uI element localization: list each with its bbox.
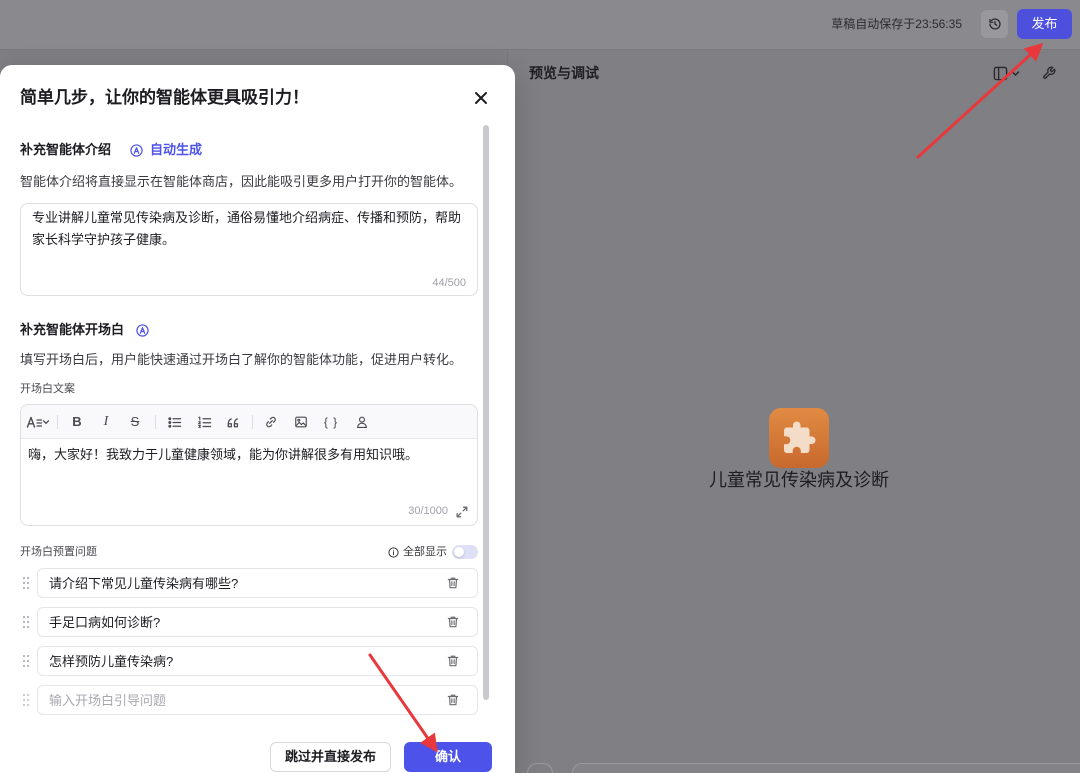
question-placeholder: 输入开场白引导问题 (49, 693, 167, 708)
auto-generate-icon[interactable] (136, 323, 149, 337)
question-text: 怎样预防儿童传染病? (49, 654, 174, 669)
drag-handle-icon[interactable] (22, 654, 30, 668)
bold-icon[interactable]: B (67, 412, 87, 432)
annotation-arrow (916, 42, 1044, 159)
question-input[interactable]: 怎样预防儿童传染病? (37, 646, 478, 676)
chat-clear-button[interactable] (527, 763, 553, 773)
chat-input[interactable] (572, 763, 1080, 773)
question-input[interactable]: 请介绍下常见儿童传染病有哪些? (37, 568, 478, 598)
question-row: 请介绍下常见儿童传染病有哪些? (0, 568, 515, 598)
toggle-knob (454, 547, 464, 557)
image-icon[interactable] (291, 412, 311, 432)
scrollbar[interactable] (483, 125, 489, 700)
auto-generate-icon (130, 143, 143, 157)
mention-icon[interactable] (352, 412, 372, 432)
wrench-icon[interactable] (1042, 66, 1056, 80)
italic-icon[interactable]: I (96, 412, 116, 432)
layout-icon (993, 66, 1008, 81)
question-text: 手足口病如何诊断? (49, 615, 161, 630)
question-input[interactable]: 手足口病如何诊断? (37, 607, 478, 637)
opening-section-header: 补充智能体开场白 (20, 321, 149, 339)
opening-copy-label: 开场白文案 (20, 383, 75, 395)
trash-icon[interactable] (446, 576, 460, 590)
agent-name: 儿童常见传染病及诊断 (709, 470, 889, 490)
preview-title: 预览与调试 (529, 65, 599, 81)
strikethrough-icon[interactable]: S (125, 412, 145, 432)
intro-char-counter: 44/500 (432, 277, 466, 289)
quote-icon[interactable] (223, 412, 243, 432)
question-row: 手足口病如何诊断? (0, 607, 515, 637)
intro-description: 智能体介绍将直接显示在智能体商店，因此能吸引更多用户打开你的智能体。 (20, 174, 463, 189)
drag-handle-icon[interactable] (22, 615, 30, 629)
opening-editor[interactable]: B I S { } 嗨，大家好！我致力于儿童健康领域，能为你讲解很多有用知识哦。… (20, 404, 478, 526)
puzzle-icon (769, 408, 829, 468)
intro-heading: 补充智能体介绍 (20, 142, 112, 157)
bullet-list-icon[interactable] (164, 412, 184, 432)
trash-icon[interactable] (446, 615, 460, 629)
auto-generate-button[interactable]: 自动生成 (130, 141, 202, 159)
publish-guide-modal: 简单几步，让你的智能体更具吸引力！ 补充智能体介绍 自动生成 智能体介绍将直接显… (0, 65, 515, 773)
info-icon[interactable] (388, 546, 399, 558)
questions-label: 开场白预置问题 (20, 546, 97, 558)
opening-heading: 补充智能体开场白 (20, 322, 125, 337)
toolbar-divider (57, 415, 58, 429)
question-row-new: 输入开场白引导问题 (0, 685, 515, 715)
close-icon[interactable] (474, 91, 488, 105)
intro-text: 专业讲解儿童常见传染病及诊断，通俗易懂地介绍病症、传播和预防，帮助家长科学守护孩… (32, 210, 462, 247)
chevron-down-icon[interactable] (42, 412, 50, 432)
numbered-list-icon[interactable] (194, 412, 214, 432)
top-bar: 草稿自动保存于23:56:35 发布 (0, 0, 1080, 50)
chevron-down-icon (1011, 69, 1020, 78)
trash-icon[interactable] (446, 654, 460, 668)
show-all-toggle[interactable] (452, 545, 478, 559)
show-all-option: 全部显示 (388, 545, 447, 559)
drag-handle-icon[interactable] (22, 576, 30, 590)
question-row: 怎样预防儿童传染病? (0, 646, 515, 676)
layout-toggle-button[interactable] (993, 65, 1026, 81)
modal-title: 简单几步，让你的智能体更具吸引力！ (20, 88, 309, 107)
intro-textarea[interactable]: 专业讲解儿童常见传染病及诊断，通俗易懂地介绍病症、传播和预防，帮助家长科学守护孩… (20, 203, 478, 296)
history-button[interactable] (981, 10, 1008, 38)
toolbar-divider (252, 415, 253, 429)
drag-handle-icon[interactable] (22, 693, 30, 707)
opening-char-counter: 30/1000 (408, 505, 448, 517)
toolbar-divider (155, 415, 156, 429)
editor-toolbar: B I S { } (21, 405, 477, 439)
trash-icon[interactable] (446, 693, 460, 707)
history-icon (988, 17, 1002, 31)
opening-text: 嗨，大家好！我致力于儿童健康领域，能为你讲解很多有用知识哦。 (28, 447, 419, 462)
publish-button[interactable]: 发布 (1017, 9, 1072, 39)
intro-section-header: 补充智能体介绍 自动生成 (20, 141, 202, 159)
opening-description: 填写开场白后，用户能快速通过开场白了解你的智能体功能，促进用户转化。 (20, 352, 463, 367)
skip-and-publish-button[interactable]: 跳过并直接发布 (270, 742, 391, 772)
new-question-input[interactable]: 输入开场白引导问题 (37, 685, 478, 715)
auto-generate-label: 自动生成 (150, 142, 203, 157)
question-text: 请介绍下常见儿童传染病有哪些? (49, 576, 239, 591)
expand-icon[interactable] (456, 505, 468, 518)
link-icon[interactable] (261, 412, 281, 432)
confirm-button[interactable]: 确认 (404, 742, 492, 772)
show-all-label: 全部显示 (403, 546, 447, 558)
autosave-status: 草稿自动保存于23:56:35 (831, 17, 962, 31)
code-braces-icon[interactable]: { } (319, 412, 343, 432)
